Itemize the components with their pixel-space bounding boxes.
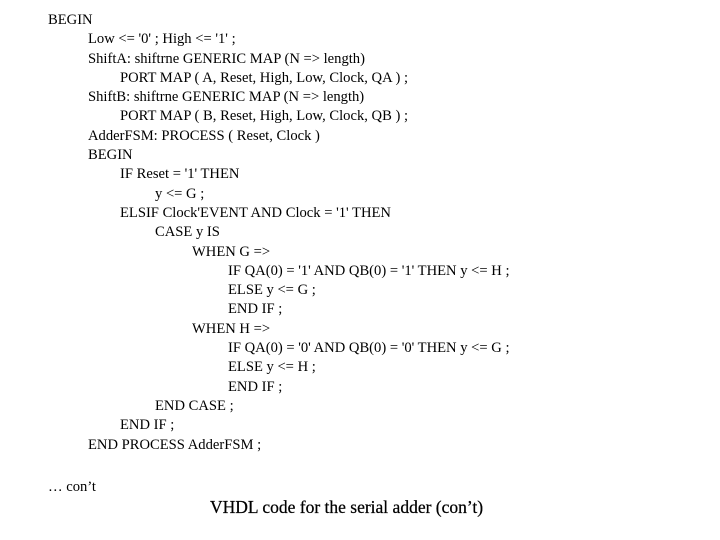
code-line-text: ShiftB: shiftrne GENERIC MAP (N => lengt… [88,89,365,106]
code-line: IF QA(0) = '0' AND QB(0) = '0' THEN y <=… [0,339,720,358]
code-line-text: y <= G ; [155,185,205,202]
code-line-text: END PROCESS AdderFSM ; [88,436,262,453]
continued-note: … con’t [48,479,96,495]
code-line-text: BEGIN [48,12,93,28]
code-line-text: END CASE ; [155,397,234,414]
code-line-text: BEGIN [88,147,133,164]
code-line-text: WHEN H => [192,320,271,337]
code-line-text: Low <= '0' ; High <= '1' ; [88,31,236,48]
code-line: END CASE ; [0,397,720,416]
code-line: AdderFSM: PROCESS ( Reset, Clock ) [0,127,720,146]
code-line: BEGIN [0,146,720,165]
code-line-text: ShiftA: shiftrne GENERIC MAP (N => lengt… [88,50,365,67]
code-line: BEGIN [0,11,720,30]
code-line: IF Reset = '1' THEN [0,165,720,184]
code-line: WHEN H => [0,320,720,339]
code-line: ELSIF Clock'EVENT AND Clock = '1' THEN [0,204,720,223]
code-line-text: AdderFSM: PROCESS ( Reset, Clock ) [88,127,320,144]
code-line-text: IF QA(0) = '1' AND QB(0) = '1' THEN y <=… [228,262,510,279]
code-line: END IF ; [0,378,720,397]
code-line: CASE y IS [0,223,720,242]
code-line-text: PORT MAP ( A, Reset, High, Low, Clock, Q… [120,69,409,86]
code-line-text: WHEN G => [192,243,271,260]
code-line-text: END IF ; [228,378,283,395]
code-line-text: PORT MAP ( B, Reset, High, Low, Clock, Q… [120,108,409,125]
code-line: END PROCESS AdderFSM ; [0,436,720,455]
code-line: ELSE y <= H ; [0,358,720,377]
code-line: y <= G ; [0,185,720,204]
code-line: Low <= '0' ; High <= '1' ; [0,30,720,49]
code-line: END IF ; [0,300,720,319]
vhdl-code-block: BEGIN Low <= '0' ; High <= '1' ; ShiftA:… [0,11,720,455]
code-line-text: ELSE y <= H ; [228,359,316,376]
code-line-text: CASE y IS [155,224,220,241]
code-line: ELSE y <= G ; [0,281,720,300]
code-line-text: END IF ; [228,301,283,318]
code-line-text: IF QA(0) = '0' AND QB(0) = '0' THEN y <=… [228,340,510,357]
code-line-text: ELSIF Clock'EVENT AND Clock = '1' THEN [120,204,391,221]
code-line: IF QA(0) = '1' AND QB(0) = '1' THEN y <=… [0,262,720,281]
code-line: ShiftB: shiftrne GENERIC MAP (N => lengt… [0,88,720,107]
code-line: PORT MAP ( A, Reset, High, Low, Clock, Q… [0,69,720,88]
code-line-text: IF Reset = '1' THEN [120,166,240,183]
slide-caption: VHDL code for the serial adder (con’t) [210,497,484,517]
code-line-text: ELSE y <= G ; [228,282,316,299]
code-line: WHEN G => [0,243,720,262]
code-line: ShiftA: shiftrne GENERIC MAP (N => lengt… [0,50,720,69]
code-line: END IF ; [0,416,720,435]
code-line-text: END IF ; [120,417,175,434]
code-line: PORT MAP ( B, Reset, High, Low, Clock, Q… [0,107,720,126]
